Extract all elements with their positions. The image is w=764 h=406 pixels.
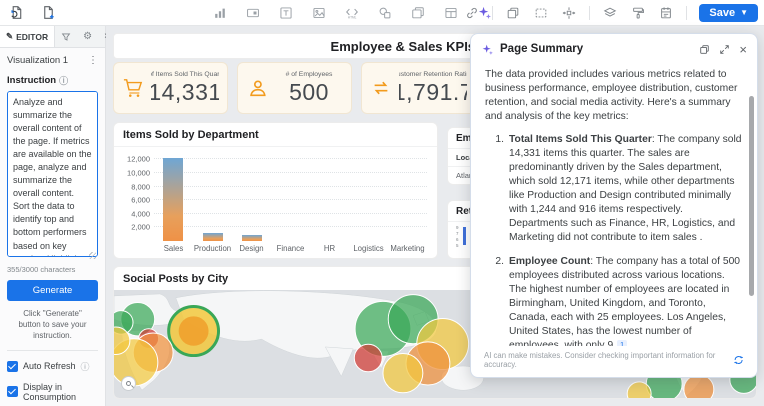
insert-table-icon[interactable] [443, 5, 459, 21]
reload-page-icon[interactable] [8, 5, 24, 21]
summary-text: The data provided includes various metri… [471, 64, 757, 377]
marquee-select-icon[interactable] [533, 5, 549, 21]
copy-icon[interactable] [699, 44, 710, 55]
duplicate-icon[interactable] [505, 5, 521, 21]
insert-html-icon[interactable]: HTML [344, 5, 360, 21]
cart-icon [122, 78, 144, 98]
kpi-value: 14,331 [151, 79, 219, 106]
map-bubble-yellow[interactable] [383, 354, 423, 393]
char-counter: 355/3000 characters [7, 265, 98, 274]
expand-icon[interactable] [719, 44, 730, 55]
kpi-value: 500 [289, 79, 329, 106]
visualization-title: Visualization 1 [7, 55, 68, 66]
visualization-menu-icon[interactable]: ⋮ [88, 55, 98, 66]
kpi-label: # of Employees [286, 71, 333, 78]
item-title: Total Items Sold This Quarter [509, 134, 652, 145]
display-consumption-row[interactable]: Display in Consumption [7, 382, 98, 402]
info-icon: ⓘ [59, 74, 68, 87]
pencil-icon: ✎ [6, 31, 13, 42]
summary-item-1: 1. Total Items Sold This Quarter: The co… [491, 133, 743, 245]
summary-item-2: 2. Employee Count: The company has a tot… [491, 255, 743, 353]
panel-footer: AI can make mistakes. Consider checking … [472, 346, 756, 376]
svg-text:HTML: HTML [348, 15, 357, 19]
kpi-label: # of Items Sold This Quarter [151, 71, 219, 78]
map-bubble-red[interactable] [354, 344, 382, 371]
info-icon: ⓘ [81, 360, 90, 373]
insert-container-icon[interactable] [410, 5, 426, 21]
bar-design[interactable] [242, 235, 262, 241]
gear-icon: ⚙ [83, 31, 92, 42]
move-resize-icon[interactable] [561, 5, 577, 21]
add-page-icon[interactable] [40, 5, 56, 21]
insert-card-icon[interactable] [245, 5, 261, 21]
kpi-retention[interactable]: Customer Retention Rating 1,791.7 [361, 62, 476, 114]
instruction-label: Instruction [7, 75, 56, 86]
editor-sidebar: ✎ EDITOR ⚙ × Visualization 1 ⋮ Instructi… [0, 26, 106, 406]
bar-chart-plot: 12,00010,0008,0006,0004,0002,000 [154, 156, 427, 241]
retention-axis-ticks: 9765 [456, 225, 459, 248]
generate-hint: Click "Generate" button to save your ins… [11, 308, 94, 342]
people-icon [246, 78, 268, 98]
item-text: : The company has a total of 500 employe… [509, 256, 740, 351]
regenerate-icon[interactable] [733, 354, 744, 366]
display-consumption-label: Display in Consumption [23, 382, 98, 402]
sidebar-tabs: ✎ EDITOR ⚙ × [0, 26, 105, 48]
summary-intro: The data provided includes various metri… [485, 68, 743, 124]
chart-title: Items Sold by Department [114, 123, 437, 147]
layers-icon[interactable] [602, 5, 618, 21]
item-text: : The company sold 14,331 items this qua… [509, 134, 742, 243]
bar-sales[interactable] [163, 158, 183, 241]
map-bubble-yellow[interactable] [179, 316, 209, 345]
item-title: Employee Count [509, 256, 590, 267]
magnifier-icon [126, 381, 131, 386]
kpi-employees[interactable]: # of Employees 500 [237, 62, 352, 114]
auto-refresh-checkbox[interactable] [7, 361, 18, 372]
items-sold-chart[interactable]: Items Sold by Department 12,00010,0008,0… [113, 122, 438, 259]
panel-scrollbar-thumb[interactable] [749, 96, 754, 296]
funnel-icon [61, 32, 71, 42]
kpi-items-sold[interactable]: # of Items Sold This Quarter 14,331 [113, 62, 228, 114]
tab-editor[interactable]: ✎ EDITOR [0, 26, 55, 47]
instruction-input[interactable]: Analyze and summarize the overall conten… [7, 91, 98, 257]
panel-title: Page Summary [500, 43, 693, 55]
clipboard-icon[interactable] [658, 5, 674, 21]
link-icon[interactable] [464, 5, 480, 21]
bar-production[interactable] [203, 233, 223, 241]
format-painter-icon[interactable] [630, 5, 646, 21]
insert-text-icon[interactable] [278, 5, 294, 21]
generate-button[interactable]: Generate [7, 280, 98, 301]
kpi-value: 1,791.7 [399, 79, 467, 106]
close-icon[interactable]: × [739, 42, 747, 57]
disclaimer-text: AI can make mistakes. Consider checking … [484, 351, 733, 369]
page-summary-panel: Page Summary × The data provided include… [470, 33, 758, 378]
sync-arrows-icon [370, 78, 392, 98]
save-label: Save [709, 7, 735, 19]
save-dropdown-chevron-icon[interactable]: ▼ [740, 8, 748, 17]
insert-shape-icon[interactable] [377, 5, 393, 21]
app-window: HTML [0, 0, 764, 406]
sparkle-icon [481, 43, 494, 56]
display-consumption-checkbox[interactable] [7, 386, 18, 397]
tab-editor-label: EDITOR [16, 32, 48, 42]
bar-chart-x-labels: SalesProductionDesignFinanceHRLogisticsM… [154, 244, 427, 256]
save-button[interactable]: Save ▼ [699, 4, 758, 22]
insert-chart-icon[interactable] [212, 5, 228, 21]
retention-bar [463, 227, 466, 245]
tab-settings[interactable]: ⚙ [77, 26, 98, 47]
insert-image-icon[interactable] [311, 5, 327, 21]
map-zoom-button[interactable] [121, 376, 136, 391]
tab-filter[interactable] [55, 26, 77, 47]
top-toolbar: HTML [0, 0, 764, 26]
panel-header: Page Summary × [471, 34, 757, 64]
auto-refresh-row[interactable]: Auto Refresh ⓘ [7, 360, 98, 373]
kpi-label: Customer Retention Rating [399, 71, 467, 78]
auto-refresh-label: Auto Refresh [23, 361, 76, 371]
